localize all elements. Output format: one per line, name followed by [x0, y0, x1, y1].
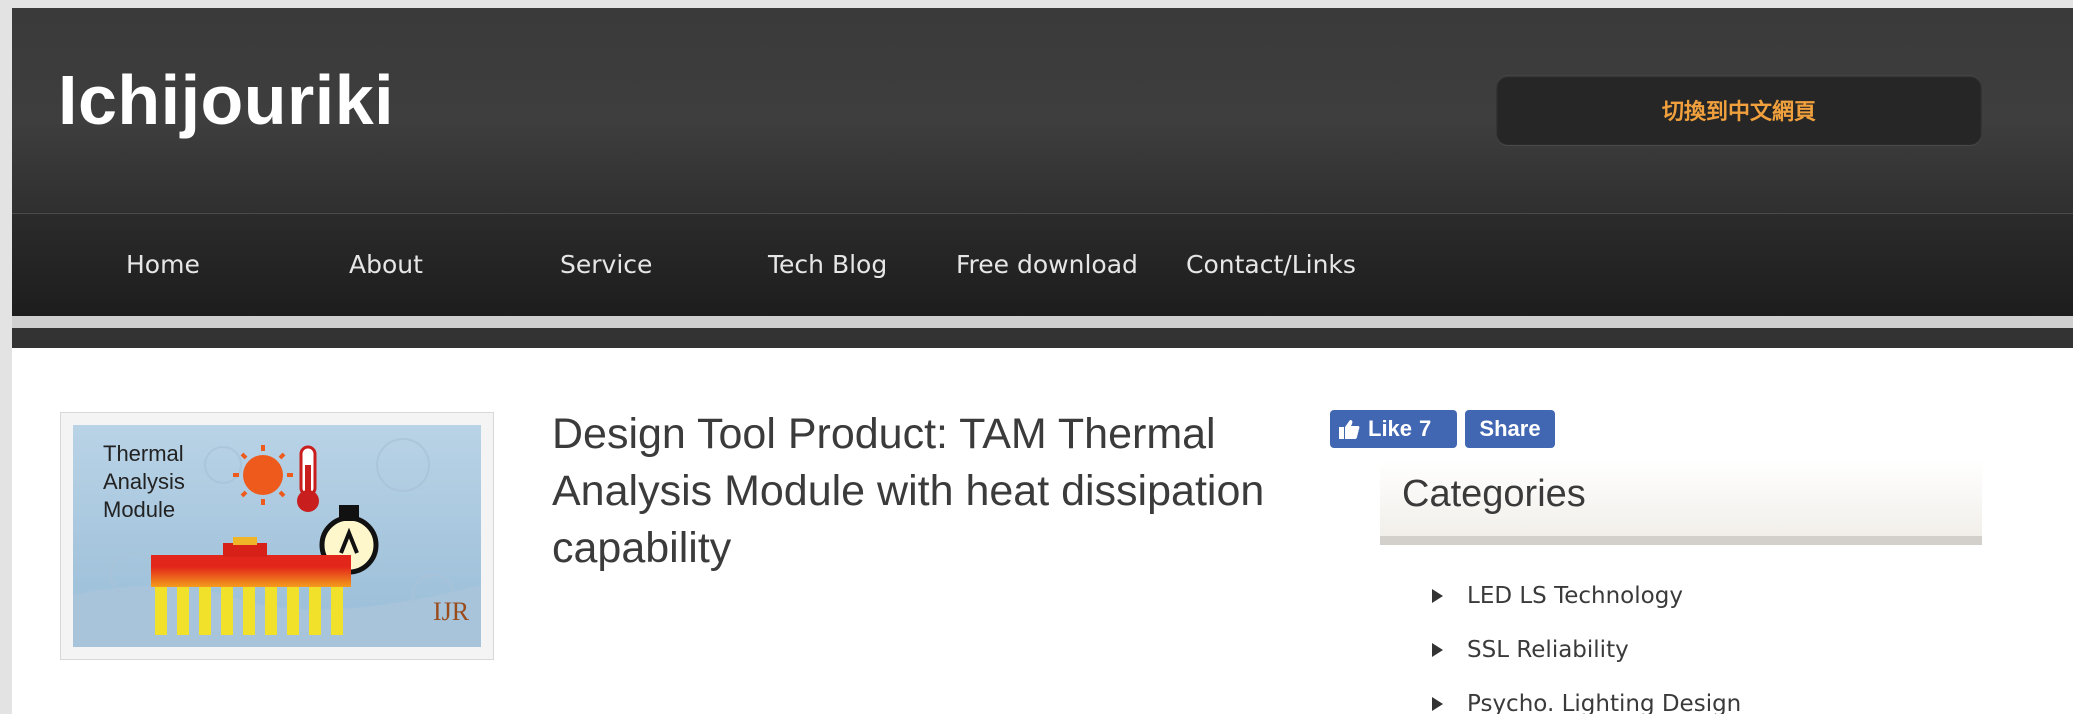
thermometer-icon	[297, 445, 319, 512]
category-item[interactable]: SSL Reliability	[1432, 630, 1629, 670]
thumbs-up-icon	[1338, 418, 1360, 440]
ijr-mark: IJR	[433, 597, 470, 626]
triangle-right-icon	[1432, 589, 1443, 603]
thumb-text-line-1: Thermal	[103, 441, 184, 466]
thumb-text-line-2: Analysis	[103, 469, 185, 494]
like-count: 7	[1419, 416, 1432, 441]
language-switch-button[interactable]: 切換到中文網頁	[1496, 75, 1982, 145]
facebook-share-button[interactable]: Share	[1465, 410, 1555, 448]
nav-shadow-band	[12, 328, 2073, 348]
facebook-like-button[interactable]: Like 7	[1330, 410, 1457, 448]
category-item[interactable]: Psycho. Lighting Design	[1432, 684, 1741, 714]
category-label: SSL Reliability	[1467, 637, 1629, 663]
triangle-right-icon	[1432, 697, 1443, 711]
categories-header: Categories	[1380, 460, 1982, 545]
post-title[interactable]: Design Tool Product: TAM Thermal Analysi…	[552, 406, 1322, 577]
thumb-text-line-3: Module	[103, 497, 175, 522]
like-label: Like	[1368, 416, 1413, 441]
thermal-analysis-module-image: Thermal Analysis Module IJR	[73, 425, 481, 647]
nav-free-download[interactable]: Free download	[956, 250, 1138, 279]
post-thumbnail[interactable]: Thermal Analysis Module IJR	[60, 412, 494, 660]
nav-tech-blog[interactable]: Tech Blog	[768, 250, 887, 279]
category-item[interactable]: LED LS Technology	[1432, 576, 1683, 616]
nav-home[interactable]: Home	[126, 250, 200, 279]
triangle-right-icon	[1432, 643, 1443, 657]
category-label: LED LS Technology	[1467, 583, 1683, 609]
nav-divider	[12, 316, 2073, 328]
nav-service[interactable]: Service	[560, 250, 652, 279]
category-label: Psycho. Lighting Design	[1467, 691, 1742, 714]
nav-about[interactable]: About	[349, 250, 423, 279]
site-header: Ichijouriki 切換到中文網頁	[12, 8, 2073, 213]
site-logo[interactable]: Ichijouriki	[58, 60, 394, 140]
nav-contact-links[interactable]: Contact/Links	[1186, 250, 1356, 279]
page: Ichijouriki 切換到中文網頁 Home About Service T…	[12, 8, 2073, 714]
main-nav: Home About Service Tech Blog Free downlo…	[12, 213, 2073, 317]
categories-title: Categories	[1402, 473, 1586, 515]
